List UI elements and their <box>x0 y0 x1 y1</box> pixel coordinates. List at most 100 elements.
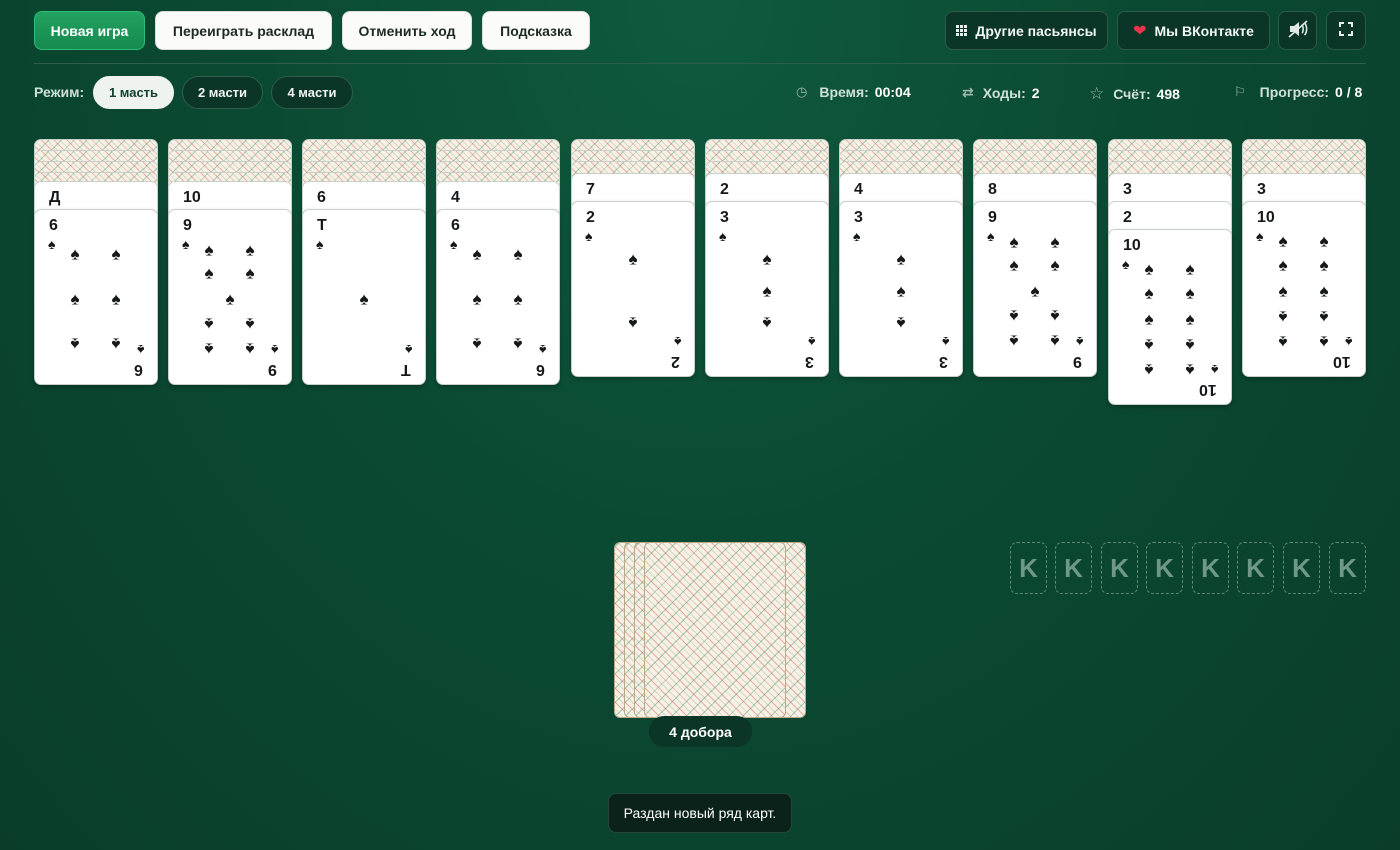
heart-icon: ❤ <box>1133 22 1147 40</box>
top-card[interactable]: 10 ♠ 10 ♠ ♠ ♠ ♠ ♠ ♠ ♠ ♠ ♠ ♠ ♠ <box>1108 229 1232 405</box>
mode-4-suits[interactable]: 4 масти <box>271 76 353 109</box>
spade-icon: ♠ <box>1009 331 1019 351</box>
top-card[interactable]: 3 ♠ 3 ♠ ♠ ♠ ♠ <box>705 201 829 377</box>
card-rank-inverted: 2 <box>671 353 680 370</box>
foundation-slot-4: K <box>1146 542 1183 594</box>
spade-icon: ♠ <box>513 244 523 264</box>
spade-icon: ♠ <box>1050 331 1060 351</box>
card-rank: 3 <box>854 209 863 226</box>
card-rank: Д <box>49 189 61 206</box>
spade-icon: ♠ <box>1185 360 1195 380</box>
top-card[interactable]: 6 ♠ 6 ♠ ♠ ♠ ♠ ♠ ♠ ♠ <box>34 209 158 385</box>
spade-icon: ♠ <box>628 313 638 333</box>
new-game-button[interactable]: Новая игра <box>34 11 145 50</box>
spade-icon: ♠ <box>513 289 523 309</box>
fullscreen-button[interactable] <box>1326 11 1366 50</box>
top-card[interactable]: 6 ♠ 6 ♠ ♠ ♠ ♠ ♠ ♠ ♠ <box>436 209 560 385</box>
spade-icon: ♠ <box>1319 231 1329 251</box>
spade-icon: ♠ <box>111 244 121 264</box>
spade-icon: ♠ <box>853 228 861 244</box>
spade-icon: ♠ <box>673 334 681 350</box>
top-card[interactable]: 3 ♠ 3 ♠ ♠ ♠ ♠ <box>839 201 963 377</box>
spade-icon: ♠ <box>1210 362 1218 378</box>
spade-icon: ♠ <box>1144 335 1154 355</box>
spade-icon: ♠ <box>762 281 772 301</box>
spade-icon: ♠ <box>1050 232 1060 252</box>
spade-icon: ♠ <box>1319 307 1329 327</box>
card-rank-inverted: 10 <box>1199 381 1217 398</box>
replay-deal-button[interactable]: Переиграть расклад <box>155 11 332 50</box>
moves-value: 2 <box>1031 84 1040 101</box>
stat-moves: ⇄ Ходы: 2 <box>962 84 1040 101</box>
stock-count-badge: 4 добора <box>649 716 752 747</box>
spade-icon: ♠ <box>1009 255 1019 275</box>
spade-icon: ♠ <box>111 334 121 354</box>
card-rank-inverted: 6 <box>134 361 143 378</box>
spade-icon: ♠ <box>1122 256 1130 272</box>
card-rank-inverted: 3 <box>805 353 814 370</box>
other-solitaires-button[interactable]: Другие пасьянсы <box>945 11 1108 50</box>
card-rank: 10 <box>1257 209 1275 226</box>
top-card[interactable]: 2 ♠ 2 ♠ ♠ ♠ <box>571 201 695 377</box>
top-card[interactable]: 10 ♠ 10 ♠ ♠ ♠ ♠ ♠ ♠ ♠ ♠ ♠ ♠ ♠ <box>1242 201 1366 377</box>
stat-score: ☆ Счёт: 498 <box>1089 84 1180 104</box>
spade-icon: ♠ <box>1185 335 1195 355</box>
vk-button[interactable]: ❤ Мы ВКонтакте <box>1117 11 1270 50</box>
card-rank-inverted: 3 <box>939 353 948 370</box>
top-card[interactable]: 9 ♠ 9 ♠ ♠ ♠ ♠ ♠ ♠ ♠ ♠ ♠ ♠ <box>973 201 1097 377</box>
star-icon: ☆ <box>1089 84 1105 103</box>
spade-icon: ♠ <box>896 313 906 333</box>
mode-2-suits[interactable]: 2 масти <box>182 76 263 109</box>
spade-icon: ♠ <box>1278 332 1288 352</box>
spade-icon: ♠ <box>1344 334 1352 350</box>
spade-icon: ♠ <box>70 334 80 354</box>
score-label: Счёт: <box>1113 86 1151 102</box>
swap-icon: ⇄ <box>962 84 974 100</box>
foundation-slot-1: K <box>1010 542 1047 594</box>
mode-1-suit[interactable]: 1 масть <box>93 76 174 109</box>
spade-icon: ♠ <box>1075 334 1083 350</box>
vk-label: Мы ВКонтакте <box>1154 22 1254 39</box>
spade-icon: ♠ <box>1050 255 1060 275</box>
spade-icon: ♠ <box>1278 255 1288 275</box>
foundation-slot-8: K <box>1329 542 1366 594</box>
sound-toggle-button[interactable] <box>1278 11 1317 50</box>
card-rank: 8 <box>988 181 997 198</box>
card-rank: 7 <box>586 181 595 198</box>
spade-icon: ♠ <box>1144 309 1154 329</box>
spade-icon: ♠ <box>472 244 482 264</box>
card-rank: 3 <box>1123 181 1132 198</box>
spade-icon: ♠ <box>1278 307 1288 327</box>
spade-icon: ♠ <box>807 334 815 350</box>
progress-value: 0 / 8 <box>1335 84 1363 100</box>
spade-icon: ♠ <box>316 236 324 252</box>
spade-icon: ♠ <box>896 281 906 301</box>
time-label: Время: <box>819 84 869 100</box>
spade-icon: ♠ <box>450 236 458 252</box>
foundation-slot-2: K <box>1055 542 1092 594</box>
card-rank: 10 <box>183 189 201 206</box>
other-solitaires-label: Другие пасьянсы <box>975 22 1097 39</box>
hint-button[interactable]: Подсказка <box>482 11 590 50</box>
spade-icon: ♠ <box>1185 309 1195 329</box>
top-card[interactable]: Т ♠ Т ♠ ♠ <box>302 209 426 385</box>
spade-icon: ♠ <box>1050 306 1060 326</box>
spade-icon: ♠ <box>628 249 638 269</box>
card-rank-inverted: 9 <box>1073 353 1082 370</box>
foundation-slot-5: K <box>1192 542 1229 594</box>
card-rank: 3 <box>720 209 729 226</box>
spade-icon: ♠ <box>111 289 121 309</box>
card-rank-inverted: 6 <box>536 361 545 378</box>
spade-icon: ♠ <box>1319 332 1329 352</box>
spade-icon: ♠ <box>513 334 523 354</box>
card-rank: 6 <box>317 189 326 206</box>
card-rank-inverted: Т <box>401 361 411 378</box>
undo-button[interactable]: Отменить ход <box>342 11 472 50</box>
spade-icon: ♠ <box>245 339 255 359</box>
stock-card[interactable] <box>644 542 786 718</box>
score-value: 498 <box>1156 86 1180 102</box>
card-rank: 4 <box>451 189 460 206</box>
top-card[interactable]: 9 ♠ 9 ♠ ♠ ♠ ♠ ♠ ♠ ♠ ♠ ♠ ♠ <box>168 209 292 385</box>
spade-icon: ♠ <box>472 334 482 354</box>
card-rank: 9 <box>183 217 192 234</box>
